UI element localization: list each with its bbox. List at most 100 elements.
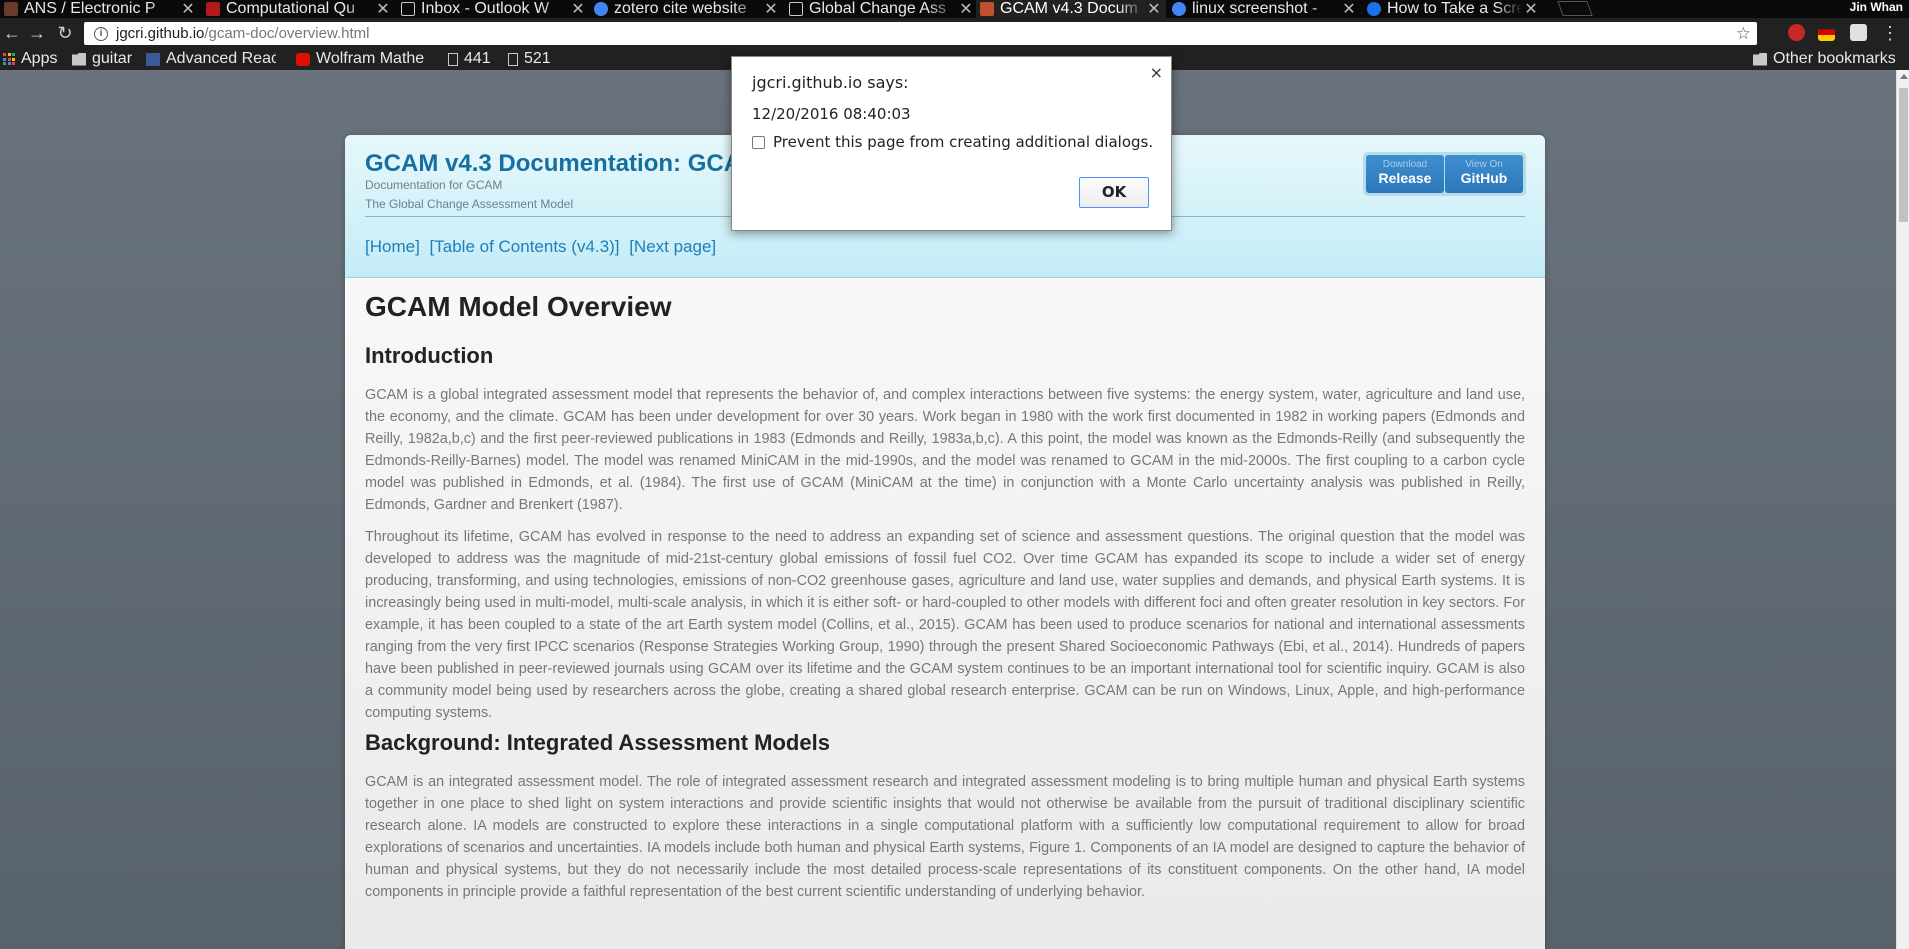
tab-favicon-icon bbox=[4, 2, 18, 16]
nav-home-link[interactable]: [Home] bbox=[365, 237, 420, 256]
page-icon bbox=[448, 52, 458, 66]
button-label: Release bbox=[1378, 170, 1432, 186]
tab-favicon-icon bbox=[789, 2, 803, 16]
tab-favicon-icon bbox=[206, 2, 220, 16]
new-tab-button[interactable] bbox=[1557, 1, 1593, 16]
address-bar[interactable]: i jgcri.github.io/gcam-doc/overview.html… bbox=[84, 22, 1757, 45]
site-subtitle: Documentation for GCAM bbox=[365, 178, 503, 192]
other-bookmarks-label: Other bookmarks bbox=[1773, 50, 1896, 67]
bookmark-label: Wolfram Mathe bbox=[316, 50, 425, 67]
tab-strip: ANS / Electronic P ✕ Computational Qu ✕ … bbox=[0, 0, 1909, 18]
view-on-github-button[interactable]: View On GitHub bbox=[1445, 155, 1523, 193]
paragraph-1: GCAM is a global integrated assessment m… bbox=[365, 387, 1525, 513]
section-heading-introduction: Introduction bbox=[365, 343, 494, 368]
scroll-up-arrow-icon[interactable] bbox=[1900, 74, 1908, 79]
profile-name[interactable]: Jin Whan bbox=[1850, 0, 1903, 14]
tab-2[interactable]: Inbox - Outlook W ✕ bbox=[397, 0, 590, 18]
folder-icon bbox=[72, 52, 86, 66]
bookmark-other[interactable]: Other bookmarks bbox=[1753, 50, 1896, 68]
menu-icon[interactable]: ⋮ bbox=[1880, 23, 1900, 43]
nav-toc-link[interactable]: [Table of Contents (v4.3)] bbox=[430, 237, 620, 256]
close-icon[interactable]: ✕ bbox=[375, 0, 391, 18]
extension-red-icon[interactable] bbox=[1788, 24, 1805, 41]
bookmark-521[interactable]: 521 bbox=[508, 50, 551, 68]
close-icon[interactable]: ✕ bbox=[763, 0, 779, 18]
page-nav: [Home] [Table of Contents (v4.3)] [Next … bbox=[365, 237, 721, 257]
info-icon[interactable]: i bbox=[94, 26, 108, 41]
close-icon[interactable]: ✕ bbox=[180, 0, 196, 18]
site-title: GCAM v4.3 Documentation: GCAM bbox=[365, 150, 762, 177]
tab-favicon-icon bbox=[401, 2, 415, 16]
section-heading-background: Background: Integrated Assessment Models bbox=[365, 730, 830, 755]
nav-next-link[interactable]: [Next page] bbox=[629, 237, 716, 256]
prevent-dialogs-option[interactable]: Prevent this page from creating addition… bbox=[752, 133, 1153, 151]
close-icon[interactable]: ✕ bbox=[1146, 0, 1162, 18]
google-icon bbox=[594, 2, 608, 16]
forward-arrow-icon[interactable]: → bbox=[27, 23, 47, 43]
page-icon bbox=[508, 52, 518, 66]
bookmark-guitar[interactable]: guitar bbox=[72, 50, 132, 68]
bookmark-label: 441 bbox=[464, 50, 491, 67]
prevent-dialogs-checkbox[interactable] bbox=[752, 135, 765, 149]
url-path: /gcam-doc/overview.html bbox=[204, 25, 370, 42]
close-icon[interactable]: × bbox=[1150, 63, 1163, 82]
tab-1[interactable]: Computational Qu ✕ bbox=[202, 0, 395, 18]
tab-title: ANS / Electronic P bbox=[24, 0, 156, 17]
apps-grid-icon bbox=[3, 53, 15, 65]
bookmark-favicon-icon bbox=[146, 52, 160, 66]
tab-title: zotero cite website bbox=[614, 0, 747, 17]
tab-title: GCAM v4.3 Docum bbox=[1000, 0, 1138, 17]
bookmark-wolfram[interactable]: Wolfram Mathe bbox=[296, 50, 432, 68]
tab-favicon-icon bbox=[1367, 2, 1381, 16]
bookmark-advanced-react[interactable]: Advanced React bbox=[146, 50, 276, 68]
tab-3[interactable]: zotero cite website ✕ bbox=[590, 0, 783, 18]
close-icon[interactable]: ✕ bbox=[958, 0, 974, 18]
ok-button[interactable]: OK bbox=[1079, 177, 1149, 208]
download-release-button[interactable]: Download Release bbox=[1366, 155, 1444, 193]
tab-title: Inbox - Outlook W bbox=[421, 0, 550, 17]
tab-title: linux screenshot - bbox=[1192, 0, 1318, 17]
bookmark-label: 521 bbox=[524, 50, 551, 67]
back-arrow-icon[interactable]: ← bbox=[2, 23, 22, 43]
bookmark-label: Apps bbox=[21, 50, 58, 67]
tab-title: How to Take a Scre bbox=[1387, 0, 1523, 17]
tab-title: Global Change Ass bbox=[809, 0, 946, 17]
page-title: GCAM Model Overview bbox=[365, 291, 672, 322]
site-tagline: The Global Change Assessment Model bbox=[365, 197, 574, 211]
reload-icon[interactable]: ↻ bbox=[55, 23, 75, 43]
button-caption: View On bbox=[1465, 159, 1503, 170]
dialog-title: jgcri.github.io says: bbox=[752, 73, 909, 92]
tab-title: Computational Qu bbox=[226, 0, 355, 17]
extension-flag-icon[interactable] bbox=[1818, 24, 1835, 41]
checkbox-label: Prevent this page from creating addition… bbox=[773, 133, 1154, 151]
tab-5-active[interactable]: GCAM v4.3 Docum ✕ bbox=[976, 0, 1166, 18]
close-icon[interactable]: ✕ bbox=[570, 0, 586, 18]
tab-7[interactable]: How to Take a Scre ✕ bbox=[1363, 0, 1543, 18]
dialog-message: 12/20/2016 08:40:03 bbox=[752, 105, 911, 123]
vertical-scrollbar[interactable] bbox=[1896, 70, 1909, 949]
article-body: GCAM Model Overview Introduction GCAM is… bbox=[345, 278, 1545, 949]
page-card: GCAM v4.3 Documentation: GCAM Documentat… bbox=[345, 135, 1545, 949]
browser-toolbar: ← → ↻ i jgcri.github.io/gcam-doc/overvie… bbox=[0, 18, 1909, 48]
bookmark-label: Advanced React bbox=[166, 50, 276, 67]
alert-dialog: jgcri.github.io says: × 12/20/2016 08:40… bbox=[731, 56, 1172, 231]
tab-4[interactable]: Global Change Ass ✕ bbox=[785, 0, 978, 18]
close-icon[interactable]: ✕ bbox=[1341, 0, 1357, 18]
tab-6[interactable]: linux screenshot - ✕ bbox=[1168, 0, 1361, 18]
bookmark-star-icon[interactable]: ☆ bbox=[1736, 24, 1751, 44]
button-label: GitHub bbox=[1460, 170, 1508, 186]
button-caption: Download bbox=[1382, 159, 1428, 170]
bookmark-apps[interactable]: Apps bbox=[3, 50, 57, 68]
scrollbar-thumb[interactable] bbox=[1899, 88, 1908, 222]
header-button-group: Download Release View On GitHub bbox=[1363, 152, 1526, 196]
url-host: jgcri.github.io bbox=[116, 25, 205, 42]
wolfram-icon bbox=[296, 52, 310, 66]
extension-page-icon[interactable] bbox=[1850, 24, 1867, 41]
folder-icon bbox=[1753, 52, 1767, 66]
tab-0[interactable]: ANS / Electronic P ✕ bbox=[0, 0, 200, 18]
tab-favicon-icon bbox=[980, 2, 994, 16]
paragraph-2: Throughout its lifetime, GCAM has evolve… bbox=[365, 529, 1525, 721]
close-icon[interactable]: ✕ bbox=[1523, 0, 1539, 18]
bookmark-441[interactable]: 441 bbox=[448, 50, 491, 68]
google-icon bbox=[1172, 2, 1186, 16]
